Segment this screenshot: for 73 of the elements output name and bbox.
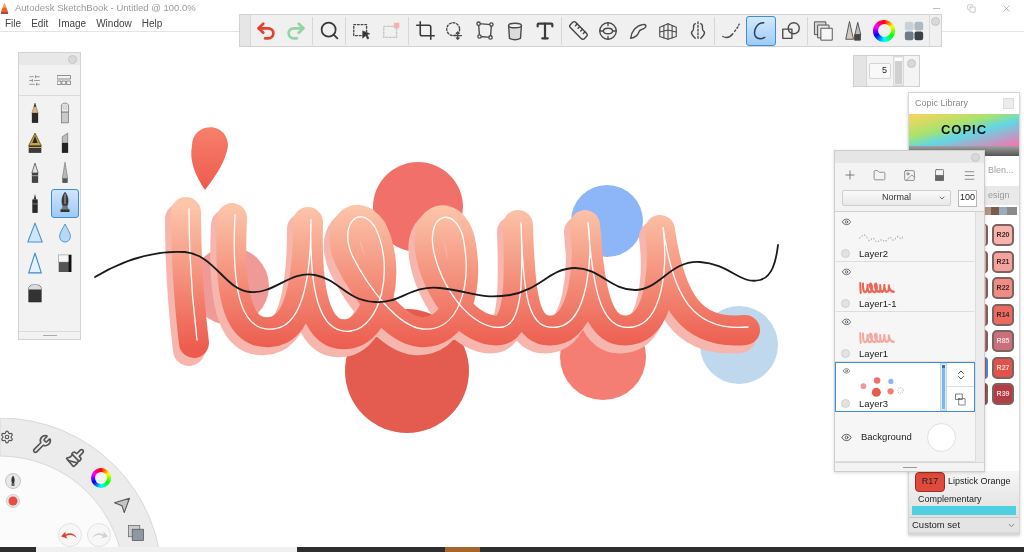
menu-item[interactable]: Window xyxy=(93,16,135,31)
layer-item[interactable]: Background xyxy=(835,412,975,462)
settings-icon[interactable] xyxy=(0,430,14,444)
undo-icon xyxy=(255,19,277,42)
ruler-icon xyxy=(567,20,589,41)
window-title: Autodesk SketchBook - Untitled @ 100.0% xyxy=(15,0,196,15)
distort-icon xyxy=(474,19,496,42)
stacked-pages-icon xyxy=(813,19,835,42)
drop-icon xyxy=(56,221,74,245)
grip-handle[interactable] xyxy=(240,15,251,46)
layer-thumbnail xyxy=(859,281,895,294)
sliders-icon xyxy=(27,73,41,87)
color-swatch[interactable]: R17 xyxy=(915,472,945,492)
eye-icon[interactable] xyxy=(841,217,852,227)
search-field[interactable] xyxy=(36,547,297,552)
layer-item[interactable]: Layer1-1 xyxy=(835,262,975,312)
eraser-icon xyxy=(26,281,44,305)
circle-shape xyxy=(571,185,643,257)
menu-item[interactable]: File xyxy=(2,16,25,31)
eraser-icon xyxy=(56,251,74,275)
predictive-stroke-button[interactable] xyxy=(746,15,776,46)
layer-thumbnail xyxy=(859,376,905,397)
menu-item[interactable]: Help xyxy=(138,16,166,31)
brush-list-icon xyxy=(57,75,71,85)
stacked-squares-icon[interactable] xyxy=(955,392,966,406)
teardrop-shape xyxy=(191,127,228,190)
menu-icon xyxy=(962,168,976,182)
set-label: Blen... xyxy=(988,164,1014,178)
wrench-icon[interactable] xyxy=(32,434,52,454)
menu-item[interactable]: Image xyxy=(55,16,90,31)
color-set-dropdown[interactable]: Custom set xyxy=(909,517,1019,532)
caret-icon xyxy=(938,194,946,202)
layer-thumbnail xyxy=(859,233,903,242)
undo-icon[interactable] xyxy=(58,523,82,547)
eye-icon[interactable] xyxy=(841,317,852,327)
pen-tip-icon xyxy=(26,131,44,155)
blend-mode-dropdown[interactable]: Normal xyxy=(842,190,951,206)
color-wheel-icon xyxy=(873,19,895,42)
layer-item[interactable]: Layer1 xyxy=(835,312,975,362)
crop-icon xyxy=(414,20,436,41)
layer-thumbnail xyxy=(927,422,956,452)
app-icon xyxy=(0,2,9,14)
panel-title: Copic Library xyxy=(915,96,969,110)
harmony-label: Complementary xyxy=(918,492,982,506)
folder-icon xyxy=(873,168,887,182)
plus-icon xyxy=(842,168,857,182)
layer-icon xyxy=(934,169,944,181)
copic-logo: COPIC xyxy=(940,121,988,140)
cursor-icon[interactable] xyxy=(113,496,131,514)
triangle-icon xyxy=(26,251,44,275)
pen-icon[interactable] xyxy=(5,473,21,489)
color-name: Lipstick Orange xyxy=(948,475,1011,488)
layer-item[interactable]: Layer3 xyxy=(835,362,975,412)
color-strip xyxy=(984,207,1017,215)
swatch-grid-icon xyxy=(903,19,925,42)
size-input[interactable]: 5 xyxy=(869,63,891,79)
layer-thumbnail xyxy=(859,331,895,344)
paintbrush-icon[interactable] xyxy=(65,448,85,468)
redo-icon xyxy=(285,19,307,42)
ellipse-guide-icon xyxy=(597,19,619,42)
eye-icon[interactable] xyxy=(841,367,852,375)
eye-icon[interactable] xyxy=(841,267,852,277)
menu-item[interactable]: Edit xyxy=(28,16,52,31)
eye-icon[interactable] xyxy=(841,431,852,443)
layer-item[interactable]: Layer2 xyxy=(835,212,975,262)
shapes-icon xyxy=(780,19,802,42)
grip-handle[interactable] xyxy=(854,56,867,86)
search-icon xyxy=(318,20,340,41)
image-icon xyxy=(903,168,916,182)
brush-button[interactable] xyxy=(51,188,79,218)
opacity-field[interactable]: 100 xyxy=(958,189,977,207)
triangle-icon xyxy=(26,221,44,245)
layers-icon[interactable] xyxy=(127,524,145,542)
